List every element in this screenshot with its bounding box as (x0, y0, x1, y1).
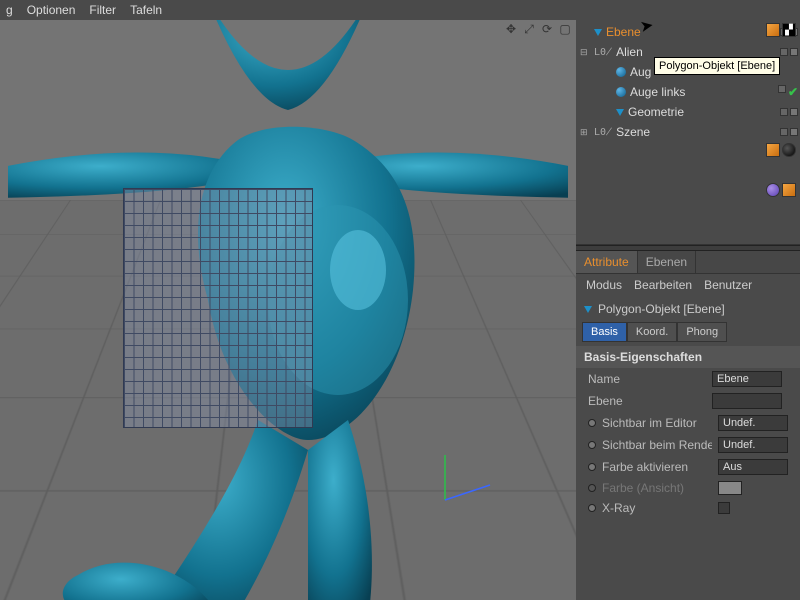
anim-dot[interactable] (588, 463, 596, 471)
anim-dot[interactable] (588, 419, 596, 427)
anim-dot[interactable] (588, 504, 596, 512)
tree-row-eye-l[interactable]: Auge links ✔ (576, 82, 800, 102)
menu-item[interactable]: Tafeln (130, 3, 162, 17)
polygon-icon (594, 29, 602, 36)
tag-icon[interactable] (782, 183, 796, 197)
move-icon[interactable]: ✥ (504, 22, 518, 36)
object-header: Polygon-Objekt [Ebene] (598, 302, 725, 316)
vis-editor-field[interactable] (718, 415, 788, 431)
menu-item[interactable]: Optionen (27, 3, 76, 17)
anim-dot[interactable] (588, 441, 596, 449)
polygon-icon (584, 306, 592, 313)
color-swatch (718, 481, 742, 495)
tree-row-scene[interactable]: ⊞ L0̸ Szene (576, 122, 800, 142)
color-enable-field[interactable] (718, 459, 788, 475)
tag-icon[interactable]: ▞ (782, 23, 796, 37)
prop-label-vis-render: Sichtbar beim Rendern (602, 438, 712, 452)
xray-checkbox[interactable] (718, 502, 730, 514)
prop-label-name: Name (588, 372, 706, 386)
section-header: Basis-Eigenschaften (576, 346, 800, 368)
tab-layers[interactable]: Ebenen (638, 251, 696, 273)
material-tag-icon[interactable] (782, 143, 796, 157)
object-manager[interactable]: Ebene ▞ ⊟ L0̸ Alien Aug (576, 20, 800, 245)
null-icon: L0̸ (594, 47, 612, 58)
sphere-icon (616, 87, 626, 97)
collapse-icon[interactable]: ⊟ (580, 47, 590, 58)
zoom-icon[interactable]: ⤢ (522, 22, 536, 36)
sphere-icon (616, 67, 626, 77)
3d-viewport[interactable]: ✥ ⤢ ⟳ ▢ (0, 20, 576, 600)
prop-label-color-enable: Farbe aktivieren (602, 460, 712, 474)
viewport-icons: ✥ ⤢ ⟳ ▢ (504, 22, 572, 36)
tab-basis[interactable]: Basis (582, 322, 627, 342)
name-field[interactable] (712, 371, 782, 387)
tree-row-ebene[interactable]: Ebene ▞ (576, 22, 800, 42)
anim-dot (588, 484, 596, 492)
tree-row-geometry[interactable]: Geometrie (576, 102, 800, 122)
menu-item[interactable]: g (6, 3, 13, 17)
prop-label-xray: X-Ray (602, 501, 712, 515)
tree-label: Geometrie (628, 105, 776, 119)
tooltip: Polygon-Objekt [Ebene] (654, 57, 780, 75)
prop-label-layer: Ebene (588, 394, 706, 408)
tab-attribute[interactable]: Attribute (576, 251, 638, 273)
frame-icon[interactable]: ▢ (558, 22, 572, 36)
tab-coord[interactable]: Koord. (627, 322, 677, 342)
menu-item[interactable]: Filter (89, 3, 116, 17)
layer-field[interactable] (712, 393, 782, 409)
rotate-icon[interactable]: ⟳ (540, 22, 554, 36)
prop-label-vis-editor: Sichtbar im Editor (602, 416, 712, 430)
polygon-icon (616, 109, 624, 116)
tag-icon[interactable] (766, 143, 780, 157)
null-icon: L0̸ (594, 127, 612, 138)
axis-gizmo[interactable] (435, 450, 495, 510)
menu-mode[interactable]: Modus (586, 278, 622, 292)
material-tag-icon[interactable] (766, 183, 780, 197)
menu-bar: g Optionen Filter Tafeln (0, 0, 800, 20)
attribute-manager: Attribute Ebenen Modus Bearbeiten Benutz… (576, 251, 800, 600)
tree-label: Auge links (630, 85, 774, 99)
vis-render-field[interactable] (718, 437, 788, 453)
prop-label-color-view: Farbe (Ansicht) (602, 481, 712, 495)
expand-icon[interactable]: ⊞ (580, 127, 590, 138)
tree-label: Szene (616, 125, 776, 139)
plane-object[interactable] (123, 188, 313, 428)
tree-label: Ebene (606, 25, 776, 39)
tag-icon[interactable] (766, 23, 780, 37)
tab-phong[interactable]: Phong (677, 322, 727, 342)
menu-edit[interactable]: Bearbeiten (634, 278, 692, 292)
menu-user[interactable]: Benutzer (704, 278, 752, 292)
